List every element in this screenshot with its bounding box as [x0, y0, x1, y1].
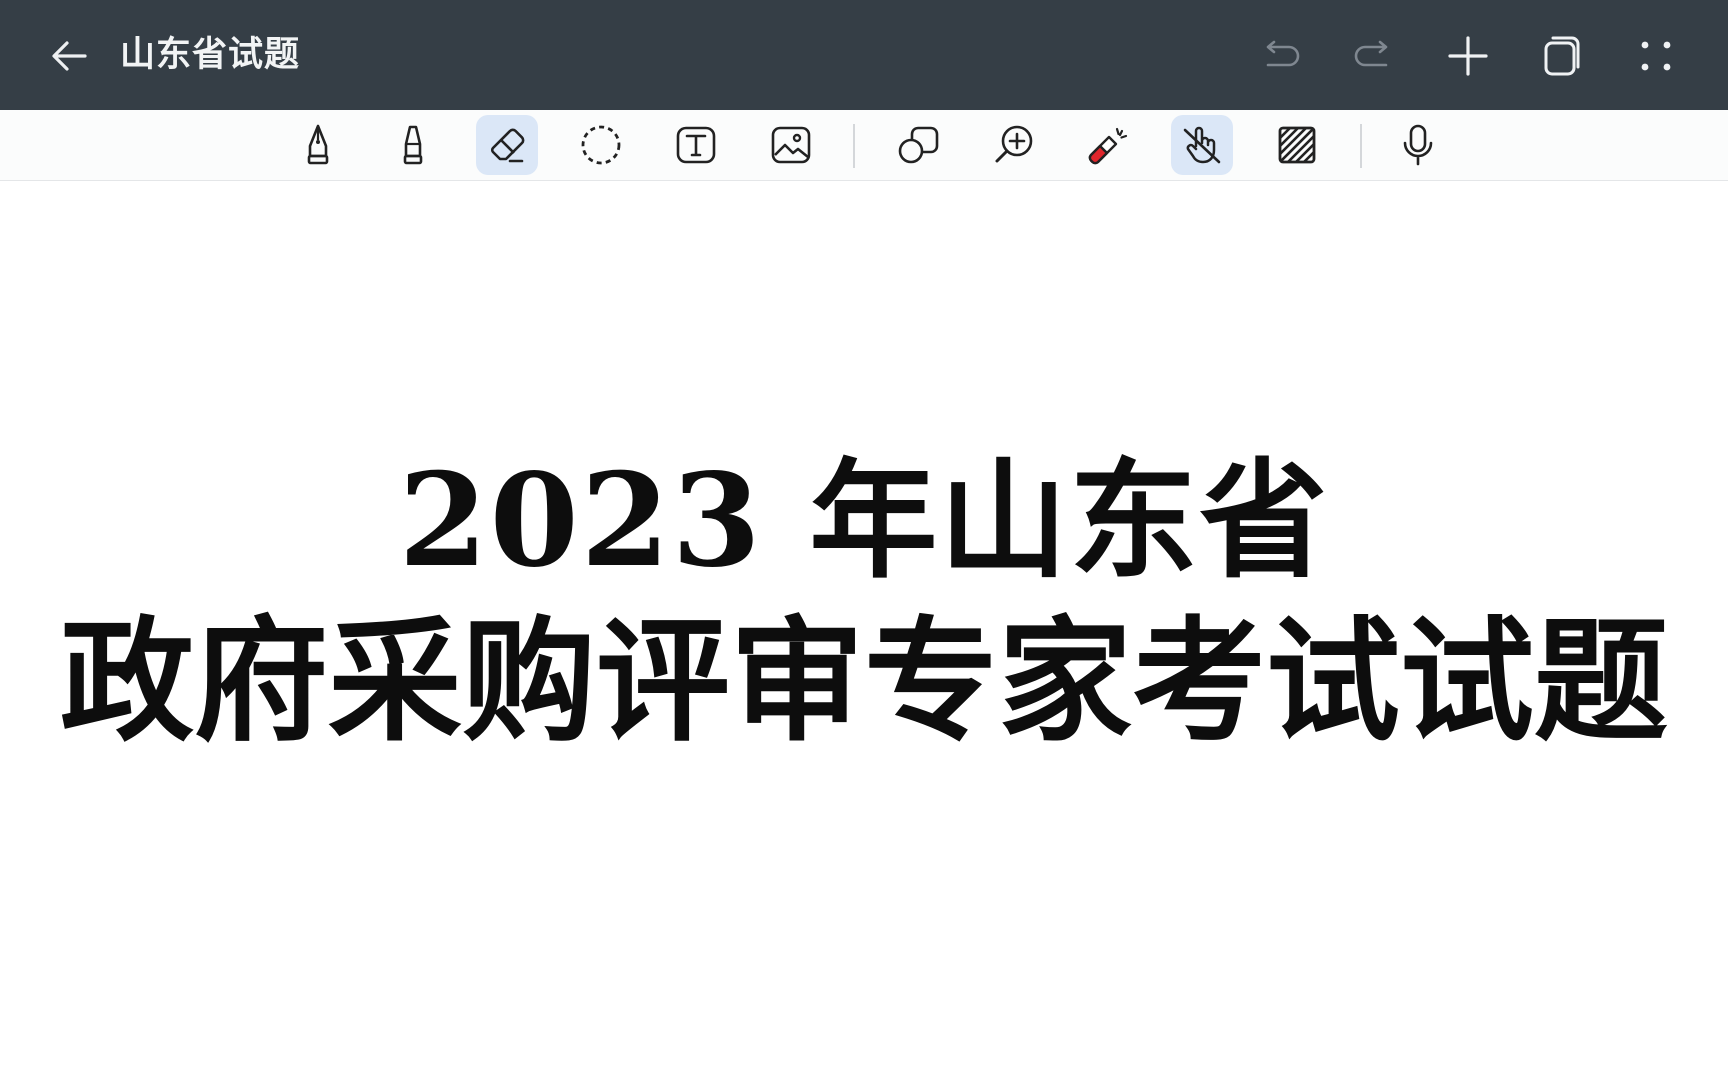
top-app-bar: 山东省试题 [0, 0, 1728, 110]
redo-icon [1351, 33, 1397, 79]
microphone-icon [1395, 122, 1441, 168]
tool-text[interactable] [665, 115, 727, 175]
undo-button[interactable] [1252, 28, 1308, 84]
tool-shapes[interactable] [888, 115, 950, 175]
tool-voice[interactable] [1387, 115, 1449, 175]
tool-eraser[interactable] [476, 115, 538, 175]
more-grid-icon [1633, 33, 1679, 79]
arrow-left-icon [47, 34, 91, 78]
pages-icon [1539, 33, 1585, 79]
text-box-icon [673, 122, 719, 168]
toolbar-divider [853, 124, 855, 168]
shapes-icon [896, 122, 942, 168]
eraser-icon [484, 122, 530, 168]
pages-button[interactable] [1534, 28, 1590, 84]
tool-zoom[interactable] [983, 115, 1045, 175]
hatch-pattern-icon [1274, 122, 1320, 168]
note-canvas[interactable]: 2023 年山东省 政府采购评审专家考试试题 [0, 181, 1728, 1080]
zoom-in-icon [991, 122, 1037, 168]
tool-image[interactable] [760, 115, 822, 175]
back-button[interactable] [44, 31, 94, 81]
headline-line-1: 2023 年山东省 [398, 446, 1330, 596]
headline-line-2: 政府采购评审专家考试试题 [59, 602, 1668, 760]
add-page-button[interactable] [1440, 28, 1496, 84]
touch-disabled-icon [1179, 122, 1225, 168]
toolbar-divider [1360, 124, 1362, 168]
marker-icon [393, 122, 433, 168]
tool-pen[interactable] [287, 115, 349, 175]
document-title: 山东省试题 [120, 35, 301, 75]
tool-background[interactable] [1266, 115, 1328, 175]
drawing-toolbar [0, 110, 1728, 181]
tool-laser[interactable] [1077, 115, 1139, 175]
plus-icon [1445, 33, 1491, 79]
tool-touch-toggle[interactable] [1171, 115, 1233, 175]
fountain-pen-icon [298, 122, 338, 168]
redo-button[interactable] [1346, 28, 1402, 84]
undo-icon [1257, 33, 1303, 79]
more-button[interactable] [1628, 28, 1684, 84]
image-icon [768, 122, 814, 168]
tool-lasso[interactable] [570, 115, 632, 175]
laser-pointer-icon [1085, 122, 1131, 168]
tool-marker[interactable] [382, 115, 444, 175]
notes-app: 山东省试题 2023 年山东省 政府采购评审专家考试试题 [0, 0, 1728, 1080]
lasso-select-icon [578, 122, 624, 168]
